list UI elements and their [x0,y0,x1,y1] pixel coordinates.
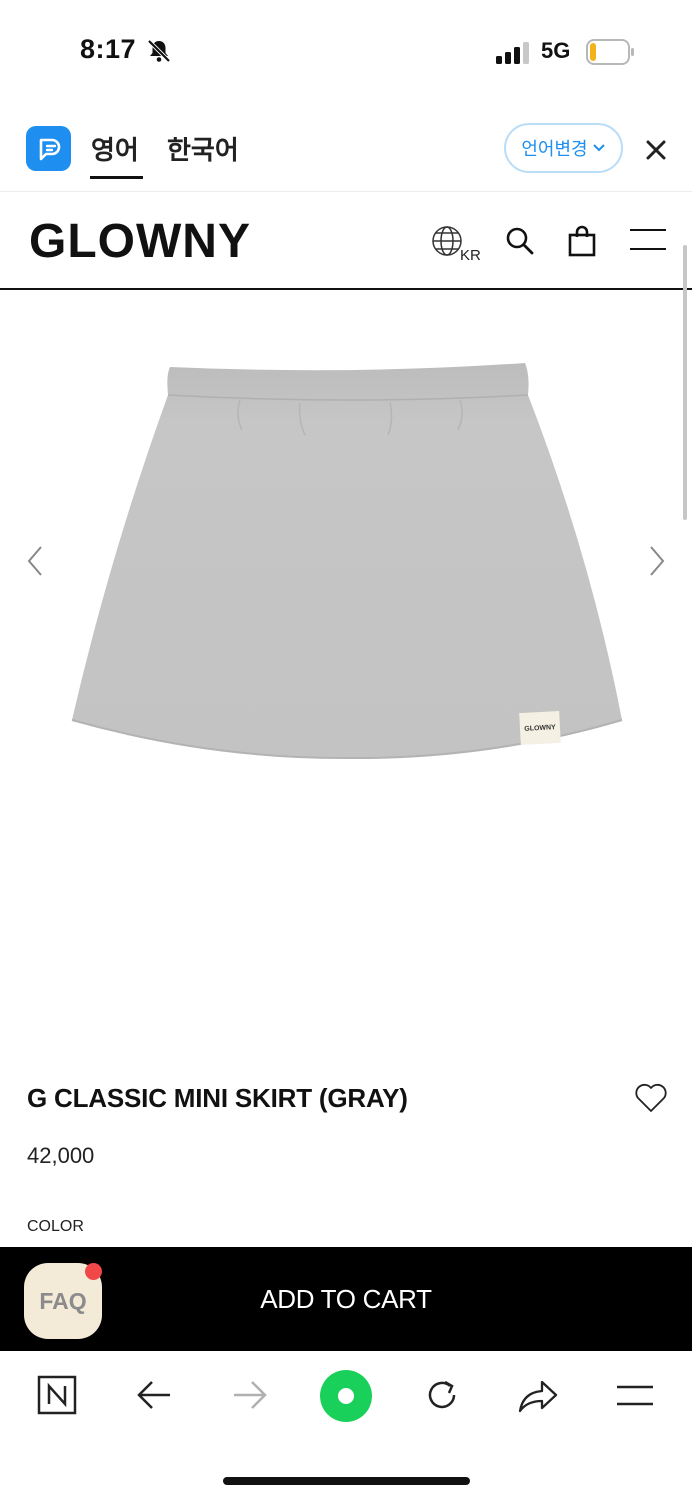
globe-icon[interactable] [431,225,463,257]
green-dot-icon[interactable] [320,1370,372,1422]
tab-korean[interactable]: 한국어 [167,130,239,167]
close-icon[interactable] [643,137,669,163]
bell-slash-icon [147,39,171,63]
next-image-arrow-icon[interactable] [648,545,666,577]
network-label: 5G [541,38,571,63]
share-icon[interactable] [518,1379,558,1413]
forward-arrow-icon[interactable] [232,1379,268,1411]
site-header: GLOWNY KR [0,192,692,290]
cellular-signal-icon [496,42,529,64]
hamburger-menu-icon[interactable] [629,228,667,252]
chevron-down-icon [592,144,605,152]
change-language-label: 언어변경 [521,139,588,159]
cart-bar: ADD TO CART [0,1247,692,1351]
change-language-button[interactable]: 언어변경 [504,123,623,173]
status-bar: 8:17 5G [0,0,692,100]
search-icon[interactable] [505,226,535,256]
product-image[interactable]: GLOWNY [60,355,632,765]
product-title: G CLASSIC MINI SKIRT (GRAY) [27,1083,408,1113]
heart-icon[interactable] [634,1083,668,1113]
back-arrow-icon[interactable] [136,1379,172,1411]
status-time: 8:17 [80,34,137,64]
menu-icon[interactable] [616,1385,654,1407]
scrollbar[interactable] [683,245,687,520]
translate-app-icon[interactable] [26,126,71,171]
previous-image-arrow-icon[interactable] [26,545,44,577]
battery-low-icon [586,39,634,65]
active-tab-underline [90,176,143,179]
color-option-label: COLOR [27,1218,84,1235]
add-to-cart-button[interactable]: ADD TO CART [150,1247,542,1351]
tab-english[interactable]: 영어 [91,130,139,167]
brand-logo[interactable]: GLOWNY [29,214,251,269]
home-indicator[interactable] [223,1477,470,1485]
region-label[interactable]: KR [460,247,481,264]
product-price: 42,000 [27,1143,95,1168]
shopping-bag-icon[interactable] [567,225,597,257]
naver-icon[interactable] [37,1375,77,1415]
refresh-icon[interactable] [423,1376,461,1414]
translate-bar: 영어 한국어 언어변경 [0,112,692,192]
notification-dot [85,1263,102,1280]
